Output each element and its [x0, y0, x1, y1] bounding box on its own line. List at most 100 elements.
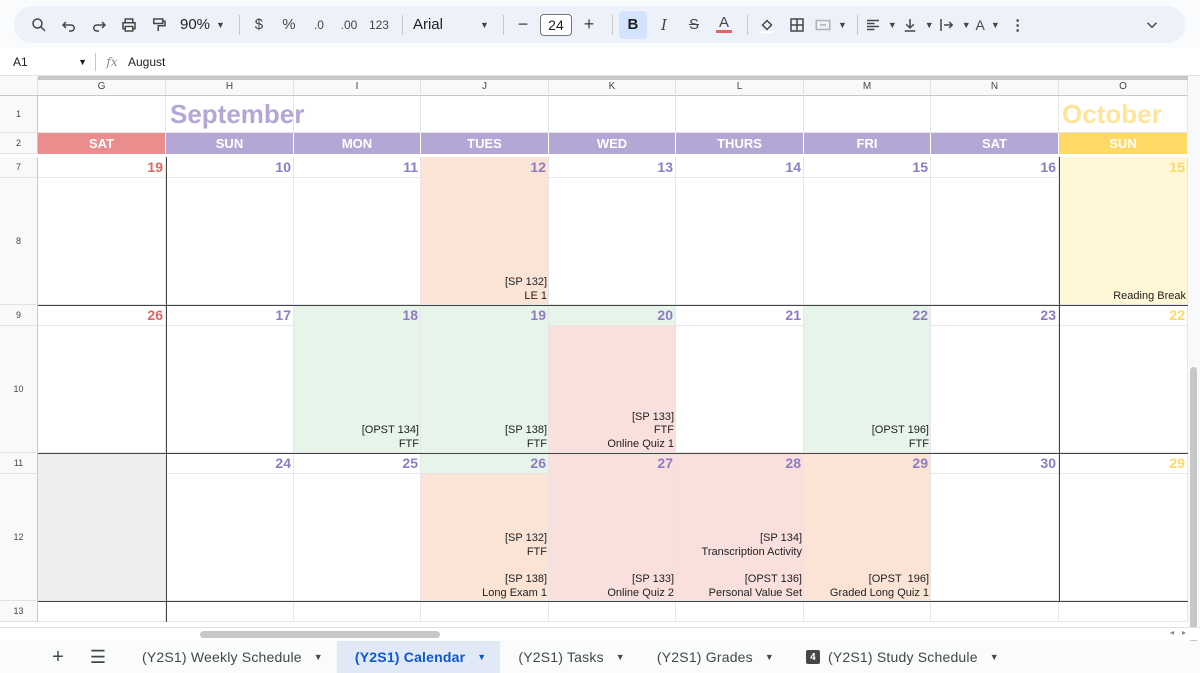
sheet-tab-grades[interactable]: (Y2S1) Grades ▼	[639, 641, 788, 673]
scroll-right-icon[interactable]: ▸	[1182, 628, 1186, 637]
chevron-down-icon[interactable]: ▼	[990, 652, 999, 662]
grid-cell[interactable]	[166, 601, 294, 622]
borders-icon[interactable]	[784, 11, 810, 39]
event-label: [OPST 196] Graded Long Quiz 1	[829, 573, 929, 599]
grid-cell[interactable]	[166, 326, 294, 453]
grid-cell[interactable]	[676, 601, 804, 622]
grid-cell[interactable]	[804, 178, 931, 305]
row-header[interactable]: 8	[0, 178, 38, 305]
scroll-left-icon[interactable]: ◂	[1170, 628, 1174, 637]
grid-cell[interactable]	[1059, 326, 1188, 453]
vertical-scroll-thumb[interactable]	[1190, 367, 1197, 667]
grid-cell[interactable]	[38, 601, 166, 622]
bold-button[interactable]: B	[618, 10, 647, 39]
grid-cell[interactable]	[804, 96, 931, 133]
grid-cell[interactable]	[931, 178, 1059, 305]
row-header[interactable]: 7	[0, 157, 38, 178]
highlight-cell[interactable]	[38, 453, 166, 601]
grid-cell[interactable]	[1059, 601, 1188, 622]
font-size-input[interactable]: 24	[539, 13, 572, 36]
horizontal-scrollbar[interactable]: ◂ ▸	[0, 627, 1200, 640]
italic-button[interactable]: I	[651, 11, 677, 39]
grid-cell[interactable]	[931, 474, 1059, 601]
vertical-align-icon[interactable]: ▼	[901, 11, 934, 39]
row-header[interactable]: 12	[0, 474, 38, 601]
grid-cell[interactable]	[166, 474, 294, 601]
increase-decimal-button[interactable]: .00	[336, 11, 362, 39]
chevron-down-icon: ▼	[216, 19, 225, 30]
grid-cell[interactable]	[294, 96, 421, 133]
grid-cell[interactable]	[549, 96, 676, 133]
chevron-down-icon[interactable]: ▼	[314, 652, 323, 662]
text-rotation-icon[interactable]: A ▼	[975, 11, 1001, 39]
grid-cell[interactable]	[1059, 474, 1188, 601]
fill-color-icon[interactable]	[754, 11, 780, 39]
text-color-button[interactable]: A	[711, 11, 737, 39]
grid-cell[interactable]	[421, 96, 549, 133]
sheet-tab-calendar[interactable]: (Y2S1) Calendar ▼	[336, 641, 501, 673]
row-header[interactable]: 2	[0, 133, 38, 154]
grid-cell[interactable]	[38, 178, 166, 305]
divider	[401, 14, 403, 35]
horizontal-scroll-thumb[interactable]	[200, 631, 440, 638]
tab-label: (Y2S1) Weekly Schedule	[142, 649, 302, 665]
grid-cell[interactable]	[38, 96, 166, 133]
collapse-menus-icon[interactable]	[1139, 11, 1165, 39]
vertical-scrollbar[interactable]	[1188, 77, 1200, 667]
day-number: 10	[275, 159, 291, 175]
search-menus-icon[interactable]	[26, 11, 52, 39]
more-options-icon[interactable]: ⋮	[1005, 11, 1031, 39]
font-select[interactable]: Arial ▼	[409, 11, 493, 39]
grid-cell[interactable]	[294, 601, 421, 622]
undo-icon[interactable]	[56, 11, 82, 39]
merge-cells-icon[interactable]: ▼	[814, 11, 847, 39]
grid-cell[interactable]	[421, 601, 549, 622]
chevron-down-icon[interactable]: ▼	[616, 652, 625, 662]
grid-cell[interactable]	[804, 601, 931, 622]
increase-font-size-button[interactable]: +	[576, 11, 602, 39]
redo-icon[interactable]	[86, 11, 112, 39]
grid-cell[interactable]	[38, 326, 166, 453]
name-box[interactable]: A1 ▼	[0, 52, 96, 71]
row-header[interactable]: 10	[0, 326, 38, 453]
grid-cell[interactable]	[676, 96, 804, 133]
select-all-corner[interactable]	[0, 77, 38, 96]
decrease-font-size-button[interactable]: −	[510, 11, 536, 39]
all-sheets-icon[interactable]: ☰	[80, 643, 116, 671]
frozen-rows-divider[interactable]	[38, 76, 1188, 80]
grid-cell[interactable]	[166, 178, 294, 305]
row-header[interactable]: 13	[0, 601, 38, 622]
grid-cell[interactable]	[676, 178, 804, 305]
grid-cell[interactable]	[294, 474, 421, 601]
chevron-down-icon[interactable]: ▼	[765, 652, 774, 662]
row-header[interactable]: 11	[0, 453, 38, 474]
paint-format-icon[interactable]	[146, 11, 172, 39]
highlight-cell[interactable]	[1059, 157, 1188, 305]
sheet-tab-tasks[interactable]: (Y2S1) Tasks ▼	[500, 641, 639, 673]
grid-cell[interactable]	[931, 601, 1059, 622]
spreadsheet-grid[interactable]: GHIJKLMNO 1 2 7 8 9 10 11 12 13 September October…	[0, 77, 1200, 627]
row-header[interactable]: 9	[0, 305, 38, 326]
zoom-select[interactable]: 90% ▼	[176, 11, 229, 39]
sheet-tab-study-schedule[interactable]: 4 (Y2S1) Study Schedule ▼	[788, 641, 1013, 673]
text-wrapping-icon[interactable]: ▼	[938, 11, 971, 39]
more-formats-button[interactable]: 123	[366, 11, 392, 39]
grid-cell[interactable]	[294, 178, 421, 305]
chevron-down-icon[interactable]: ▼	[477, 652, 486, 662]
formula-input[interactable]: August	[128, 55, 165, 69]
print-icon[interactable]	[116, 11, 142, 39]
grid-cell[interactable]	[931, 96, 1059, 133]
grid-cell[interactable]	[549, 601, 676, 622]
strikethrough-button[interactable]: S	[681, 11, 707, 39]
row-header[interactable]: 1	[0, 96, 38, 133]
percent-button[interactable]: %	[276, 11, 302, 39]
grid-cell[interactable]	[549, 178, 676, 305]
horizontal-align-icon[interactable]: ▼	[864, 11, 897, 39]
add-sheet-icon[interactable]: +	[40, 643, 76, 671]
grid-cell[interactable]	[676, 326, 804, 453]
currency-button[interactable]: $	[246, 11, 272, 39]
decrease-decimal-button[interactable]: .0	[306, 11, 332, 39]
day-header: WED	[549, 133, 676, 154]
sheet-tab-weekly-schedule[interactable]: (Y2S1) Weekly Schedule ▼	[124, 641, 337, 673]
grid-cell[interactable]	[931, 326, 1059, 453]
